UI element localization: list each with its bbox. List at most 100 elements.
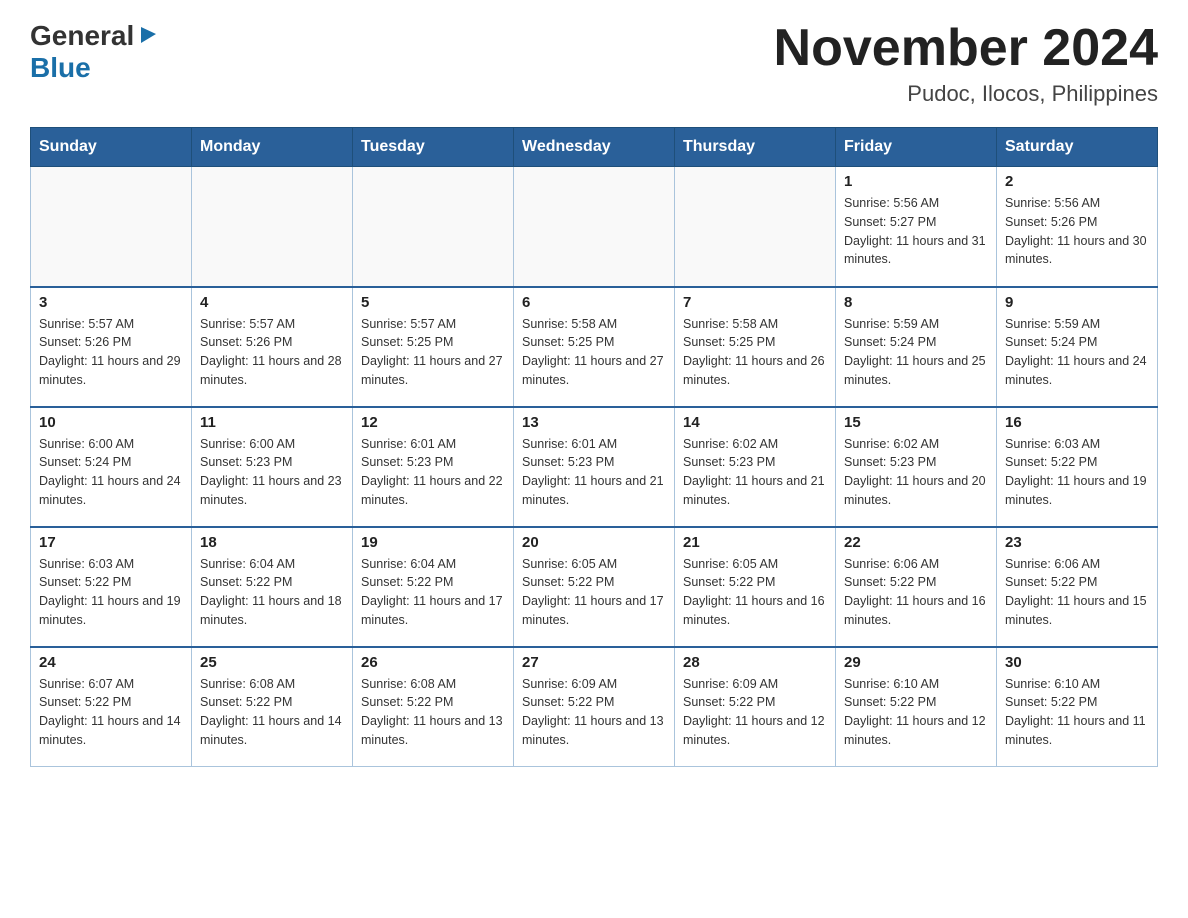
- calendar-table: SundayMondayTuesdayWednesdayThursdayFrid…: [30, 127, 1158, 767]
- sun-info: Sunrise: 5:58 AMSunset: 5:25 PMDaylight:…: [683, 315, 827, 390]
- calendar-cell-23: 23 Sunrise: 6:06 AMSunset: 5:22 PMDayligh…: [997, 527, 1158, 647]
- sun-info: Sunrise: 6:07 AMSunset: 5:22 PMDaylight:…: [39, 675, 183, 750]
- calendar-cell-5: 5 Sunrise: 5:57 AMSunset: 5:25 PMDaylight…: [353, 287, 514, 407]
- day-number: 6: [522, 294, 666, 311]
- logo-blue-text: Blue: [30, 52, 91, 83]
- calendar-cell-29: 29 Sunrise: 6:10 AMSunset: 5:22 PMDayligh…: [836, 647, 997, 767]
- month-title: November 2024: [774, 20, 1158, 77]
- day-number: 15: [844, 414, 988, 431]
- day-number: 16: [1005, 414, 1149, 431]
- sun-info: Sunrise: 6:08 AMSunset: 5:22 PMDaylight:…: [361, 675, 505, 750]
- logo: General Blue: [30, 20, 158, 84]
- sun-info: Sunrise: 6:00 AMSunset: 5:23 PMDaylight:…: [200, 435, 344, 510]
- calendar-cell-12: 12Sunrise: 6:01 AMSunset: 5:23 PMDayligh…: [353, 407, 514, 527]
- day-number: 23: [1005, 534, 1149, 551]
- calendar-cell-21: 21 Sunrise: 6:05 AMSunset: 5:22 PMDayligh…: [675, 527, 836, 647]
- calendar-cell-1: 1 Sunrise: 5:56 AMSunset: 5:27 PMDaylight…: [836, 167, 997, 287]
- calendar-cell-15: 15 Sunrise: 6:02 AMSunset: 5:23 PMDayligh…: [836, 407, 997, 527]
- logo-general-text: General: [30, 20, 134, 52]
- calendar-cell-2: 2 Sunrise: 5:56 AMSunset: 5:26 PMDaylight…: [997, 167, 1158, 287]
- day-number: 7: [683, 294, 827, 311]
- location-text: Pudoc, Ilocos, Philippines: [774, 81, 1158, 107]
- day-number: 1: [844, 173, 988, 190]
- day-number: 26: [361, 654, 505, 671]
- calendar-cell-26: 26 Sunrise: 6:08 AMSunset: 5:22 PMDayligh…: [353, 647, 514, 767]
- sun-info: Sunrise: 5:56 AMSunset: 5:27 PMDaylight:…: [844, 194, 988, 269]
- sun-info: Sunrise: 6:01 AMSunset: 5:23 PMDaylight:…: [361, 435, 505, 510]
- sun-info: Sunrise: 5:56 AMSunset: 5:26 PMDaylight:…: [1005, 194, 1149, 269]
- sun-info: Sunrise: 5:57 AMSunset: 5:26 PMDaylight:…: [39, 315, 183, 390]
- day-number: 24: [39, 654, 183, 671]
- calendar-cell-17: 17 Sunrise: 6:03 AMSunset: 5:22 PMDayligh…: [31, 527, 192, 647]
- calendar-cell-9: 9Sunrise: 5:59 AMSunset: 5:24 PMDaylight…: [997, 287, 1158, 407]
- sun-info: Sunrise: 5:57 AMSunset: 5:26 PMDaylight:…: [200, 315, 344, 390]
- weekday-header-sunday: Sunday: [31, 128, 192, 167]
- sun-info: Sunrise: 6:03 AMSunset: 5:22 PMDaylight:…: [39, 555, 183, 630]
- sun-info: Sunrise: 5:59 AMSunset: 5:24 PMDaylight:…: [844, 315, 988, 390]
- day-number: 8: [844, 294, 988, 311]
- day-number: 18: [200, 534, 344, 551]
- day-number: 29: [844, 654, 988, 671]
- calendar-week-row-2: 3 Sunrise: 5:57 AMSunset: 5:26 PMDaylight…: [31, 287, 1158, 407]
- sun-info: Sunrise: 6:06 AMSunset: 5:22 PMDaylight:…: [844, 555, 988, 630]
- weekday-header-monday: Monday: [192, 128, 353, 167]
- day-number: 19: [361, 534, 505, 551]
- calendar-cell-16: 16 Sunrise: 6:03 AMSunset: 5:22 PMDayligh…: [997, 407, 1158, 527]
- calendar-cell-18: 18 Sunrise: 6:04 AMSunset: 5:22 PMDayligh…: [192, 527, 353, 647]
- weekday-header-wednesday: Wednesday: [514, 128, 675, 167]
- calendar-cell-27: 27 Sunrise: 6:09 AMSunset: 5:22 PMDayligh…: [514, 647, 675, 767]
- sun-info: Sunrise: 6:02 AMSunset: 5:23 PMDaylight:…: [844, 435, 988, 510]
- calendar-cell-10: 10 Sunrise: 6:00 AMSunset: 5:24 PMDayligh…: [31, 407, 192, 527]
- calendar-cell-empty: [31, 167, 192, 287]
- day-number: 17: [39, 534, 183, 551]
- day-number: 21: [683, 534, 827, 551]
- page-header: General Blue November 2024 Pudoc, Ilocos…: [30, 20, 1158, 107]
- day-number: 4: [200, 294, 344, 311]
- sun-info: Sunrise: 6:01 AMSunset: 5:23 PMDaylight:…: [522, 435, 666, 510]
- calendar-week-row-3: 10 Sunrise: 6:00 AMSunset: 5:24 PMDayligh…: [31, 407, 1158, 527]
- sun-info: Sunrise: 6:09 AMSunset: 5:22 PMDaylight:…: [683, 675, 827, 750]
- calendar-cell-20: 20 Sunrise: 6:05 AMSunset: 5:22 PMDayligh…: [514, 527, 675, 647]
- day-number: 14: [683, 414, 827, 431]
- sun-info: Sunrise: 6:09 AMSunset: 5:22 PMDaylight:…: [522, 675, 666, 750]
- day-number: 27: [522, 654, 666, 671]
- day-number: 10: [39, 414, 183, 431]
- sun-info: Sunrise: 6:05 AMSunset: 5:22 PMDaylight:…: [683, 555, 827, 630]
- day-number: 25: [200, 654, 344, 671]
- title-block: November 2024 Pudoc, Ilocos, Philippines: [774, 20, 1158, 107]
- calendar-cell-11: 11 Sunrise: 6:00 AMSunset: 5:23 PMDayligh…: [192, 407, 353, 527]
- day-number: 5: [361, 294, 505, 311]
- sun-info: Sunrise: 5:57 AMSunset: 5:25 PMDaylight:…: [361, 315, 505, 390]
- calendar-cell-19: 19Sunrise: 6:04 AMSunset: 5:22 PMDayligh…: [353, 527, 514, 647]
- calendar-cell-24: 24 Sunrise: 6:07 AMSunset: 5:22 PMDayligh…: [31, 647, 192, 767]
- weekday-header-tuesday: Tuesday: [353, 128, 514, 167]
- day-number: 3: [39, 294, 183, 311]
- sun-info: Sunrise: 6:03 AMSunset: 5:22 PMDaylight:…: [1005, 435, 1149, 510]
- calendar-cell-empty: [353, 167, 514, 287]
- weekday-header-thursday: Thursday: [675, 128, 836, 167]
- calendar-cell-13: 13 Sunrise: 6:01 AMSunset: 5:23 PMDayligh…: [514, 407, 675, 527]
- day-number: 13: [522, 414, 666, 431]
- calendar-cell-25: 25 Sunrise: 6:08 AMSunset: 5:22 PMDayligh…: [192, 647, 353, 767]
- calendar-cell-28: 28 Sunrise: 6:09 AMSunset: 5:22 PMDayligh…: [675, 647, 836, 767]
- sun-info: Sunrise: 6:05 AMSunset: 5:22 PMDaylight:…: [522, 555, 666, 630]
- logo-arrow-icon: [136, 23, 158, 50]
- day-number: 11: [200, 414, 344, 431]
- sun-info: Sunrise: 6:10 AMSunset: 5:22 PMDaylight:…: [844, 675, 988, 750]
- day-number: 22: [844, 534, 988, 551]
- sun-info: Sunrise: 6:02 AMSunset: 5:23 PMDaylight:…: [683, 435, 827, 510]
- calendar-cell-4: 4 Sunrise: 5:57 AMSunset: 5:26 PMDaylight…: [192, 287, 353, 407]
- day-number: 20: [522, 534, 666, 551]
- calendar-cell-3: 3 Sunrise: 5:57 AMSunset: 5:26 PMDaylight…: [31, 287, 192, 407]
- sun-info: Sunrise: 6:06 AMSunset: 5:22 PMDaylight:…: [1005, 555, 1149, 630]
- weekday-header-saturday: Saturday: [997, 128, 1158, 167]
- sun-info: Sunrise: 6:00 AMSunset: 5:24 PMDaylight:…: [39, 435, 183, 510]
- sun-info: Sunrise: 6:08 AMSunset: 5:22 PMDaylight:…: [200, 675, 344, 750]
- day-number: 2: [1005, 173, 1149, 190]
- calendar-week-row-5: 24 Sunrise: 6:07 AMSunset: 5:22 PMDayligh…: [31, 647, 1158, 767]
- calendar-cell-14: 14 Sunrise: 6:02 AMSunset: 5:23 PMDayligh…: [675, 407, 836, 527]
- sun-info: Sunrise: 6:04 AMSunset: 5:22 PMDaylight:…: [200, 555, 344, 630]
- sun-info: Sunrise: 5:58 AMSunset: 5:25 PMDaylight:…: [522, 315, 666, 390]
- weekday-header-row: SundayMondayTuesdayWednesdayThursdayFrid…: [31, 128, 1158, 167]
- day-number: 28: [683, 654, 827, 671]
